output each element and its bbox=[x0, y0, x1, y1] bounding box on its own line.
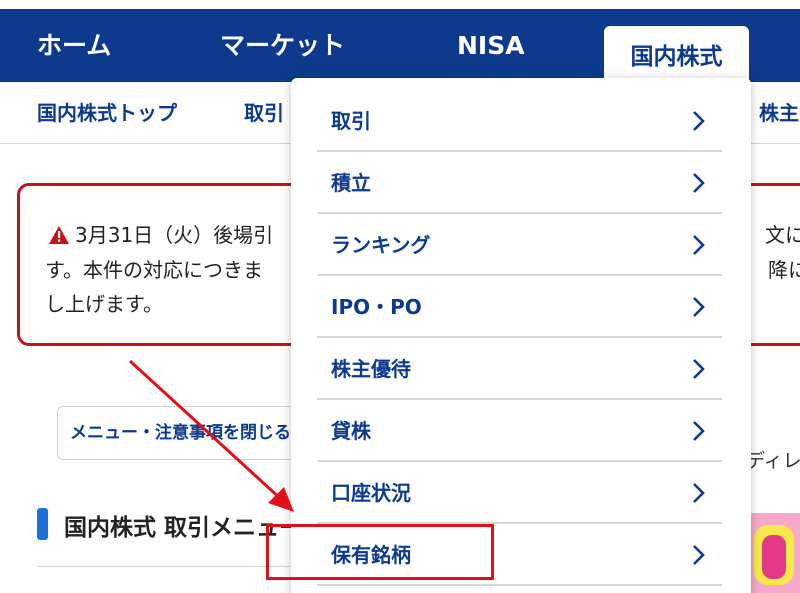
notice-line-1-end: 文にa bbox=[765, 223, 800, 247]
dropdown-item-label: 取引 bbox=[331, 109, 371, 133]
notice-line-3: し上げます。 bbox=[45, 292, 163, 316]
chevron-right-icon bbox=[693, 421, 705, 441]
warning-icon bbox=[49, 226, 69, 244]
dropdown-item-shareholder-benefits[interactable]: 株主優待 bbox=[317, 338, 722, 400]
dropdown-item-label: IPO・PO bbox=[331, 295, 422, 319]
chevron-right-icon bbox=[693, 545, 705, 565]
dropdown-item-label: 積立 bbox=[331, 171, 371, 195]
subnav-shareholder[interactable]: 株主 bbox=[759, 82, 799, 144]
chevron-right-icon bbox=[693, 173, 705, 193]
notice-line-2-end: 降に bbox=[768, 258, 800, 282]
dropdown-item-label: 貸株 bbox=[331, 419, 371, 443]
chevron-right-icon bbox=[693, 483, 705, 503]
subnav-domestic-stock-top[interactable]: 国内株式トップ bbox=[37, 82, 177, 144]
dropdown-item-label: ランキング bbox=[331, 233, 431, 257]
top-nav: ホーム マーケット NISA 国内株式 bbox=[0, 9, 800, 92]
dropdown-item-trade[interactable]: 取引 bbox=[317, 90, 722, 152]
dropdown-item-stock-lending[interactable]: 貸株 bbox=[317, 400, 722, 462]
dropdown-item-label: 口座状況 bbox=[331, 481, 411, 505]
chevron-right-icon bbox=[693, 297, 705, 317]
section-accent-bar bbox=[37, 508, 48, 540]
subnav-trade[interactable]: 取引 bbox=[244, 82, 284, 144]
notice-line-1: 3月31日（火）後場引 bbox=[75, 223, 274, 247]
chevron-right-icon bbox=[693, 111, 705, 131]
dropdown-item-account-status[interactable]: 口座状況 bbox=[317, 462, 722, 524]
chevron-right-icon bbox=[693, 359, 705, 379]
side-partial-text: ディレ bbox=[746, 450, 800, 472]
annotation-highlight-box bbox=[266, 524, 494, 580]
chevron-right-icon bbox=[693, 235, 705, 255]
dropdown-item-accumulate[interactable]: 積立 bbox=[317, 152, 722, 214]
nav-nisa[interactable]: NISA bbox=[457, 9, 525, 82]
dropdown-item-label: 株主優待 bbox=[331, 357, 411, 381]
nav-home[interactable]: ホーム bbox=[37, 9, 111, 82]
notice-line-2: す。本件の対応につきま bbox=[45, 258, 263, 282]
promo-banner[interactable] bbox=[748, 513, 800, 593]
nav-market[interactable]: マーケット bbox=[220, 9, 345, 82]
dropdown-item-ipo-po[interactable]: IPO・PO bbox=[317, 276, 722, 338]
dropdown-item-ranking[interactable]: ランキング bbox=[317, 214, 722, 276]
